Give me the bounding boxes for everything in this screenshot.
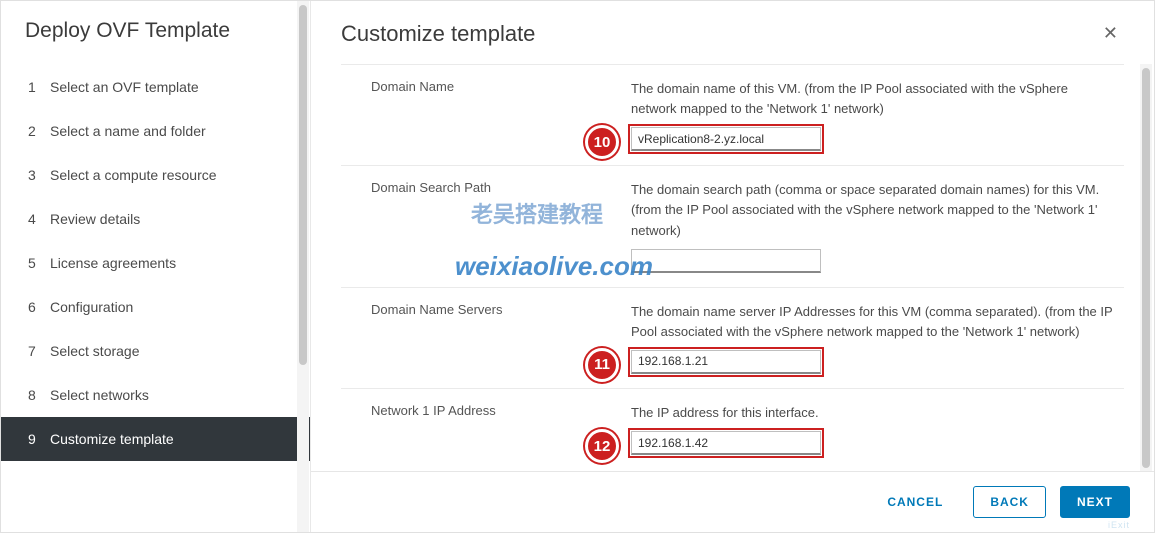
- wizard-step-num: 6: [28, 299, 50, 315]
- field-domain-name: Domain Name The domain name of this VM. …: [341, 64, 1124, 166]
- next-button[interactable]: NEXT: [1060, 486, 1130, 518]
- net1-ip-input[interactable]: [631, 431, 821, 455]
- wizard-step-num: 7: [28, 343, 50, 359]
- wizard-step-7[interactable]: 7Select storage: [1, 329, 310, 373]
- wizard-step-label: Select a name and folder: [50, 123, 206, 139]
- cancel-button[interactable]: CANCEL: [871, 487, 959, 517]
- wizard-footer: CANCEL BACK NEXT iExit: [311, 471, 1154, 532]
- wizard-step-num: 2: [28, 123, 50, 139]
- wizard-step-num: 1: [28, 79, 50, 95]
- domain-search-path-desc: The domain search path (comma or space s…: [631, 180, 1114, 240]
- sidebar-scrollbar-thumb[interactable]: [299, 5, 307, 365]
- domain-search-path-label: Domain Search Path: [371, 180, 631, 272]
- annotation-badge-11: 11: [585, 348, 619, 382]
- field-net1-ip: Network 1 IP Address The IP address for …: [341, 389, 1124, 469]
- wizard-step-label: Customize template: [50, 431, 174, 447]
- wizard-title: Deploy OVF Template: [1, 19, 310, 65]
- wizard-step-label: Select networks: [50, 387, 149, 403]
- wizard-step-label: License agreements: [50, 255, 176, 271]
- domain-name-input[interactable]: [631, 127, 821, 151]
- wizard-step-4[interactable]: 4Review details: [1, 197, 310, 241]
- content-scrollbar[interactable]: [1140, 64, 1152, 471]
- wizard-step-3[interactable]: 3Select a compute resource: [1, 153, 310, 197]
- domain-name-desc: The domain name of this VM. (from the IP…: [631, 79, 1114, 119]
- next-button-sub: iExit: [1108, 520, 1130, 530]
- wizard-step-label: Select storage: [50, 343, 140, 359]
- wizard-step-2[interactable]: 2Select a name and folder: [1, 109, 310, 153]
- wizard-sidebar: Deploy OVF Template 1Select an OVF templ…: [1, 1, 311, 532]
- domain-search-path-input[interactable]: [631, 249, 821, 273]
- wizard-step-num: 4: [28, 211, 50, 227]
- wizard-step-9[interactable]: 9Customize template: [1, 417, 310, 461]
- field-dns: Domain Name Servers The domain name serv…: [341, 288, 1124, 389]
- wizard-step-num: 5: [28, 255, 50, 271]
- dns-input[interactable]: [631, 350, 821, 374]
- annotation-badge-10: 10: [585, 125, 619, 159]
- page-title: Customize template: [341, 21, 535, 47]
- wizard-step-1[interactable]: 1Select an OVF template: [1, 65, 310, 109]
- wizard-step-5[interactable]: 5License agreements: [1, 241, 310, 285]
- wizard-step-6[interactable]: 6Configuration: [1, 285, 310, 329]
- wizard-step-label: Review details: [50, 211, 140, 227]
- dns-desc: The domain name server IP Addresses for …: [631, 302, 1114, 342]
- wizard-step-num: 9: [28, 431, 50, 447]
- wizard-step-8[interactable]: 8Select networks: [1, 373, 310, 417]
- wizard-step-label: Configuration: [50, 299, 133, 315]
- next-button-label: NEXT: [1077, 495, 1113, 509]
- wizard-step-num: 3: [28, 167, 50, 183]
- back-button[interactable]: BACK: [973, 486, 1046, 518]
- wizard-step-num: 8: [28, 387, 50, 403]
- sidebar-scrollbar[interactable]: [297, 1, 309, 532]
- form-content: Domain Name The domain name of this VM. …: [311, 64, 1154, 471]
- close-icon[interactable]: ✕: [1097, 19, 1124, 48]
- wizard-step-label: Select an OVF template: [50, 79, 199, 95]
- annotation-badge-12: 12: [585, 429, 619, 463]
- wizard-step-label: Select a compute resource: [50, 167, 217, 183]
- field-domain-search-path: Domain Search Path The domain search pat…: [341, 166, 1124, 287]
- content-scrollbar-thumb[interactable]: [1142, 68, 1150, 468]
- net1-ip-desc: The IP address for this interface.: [631, 403, 1114, 423]
